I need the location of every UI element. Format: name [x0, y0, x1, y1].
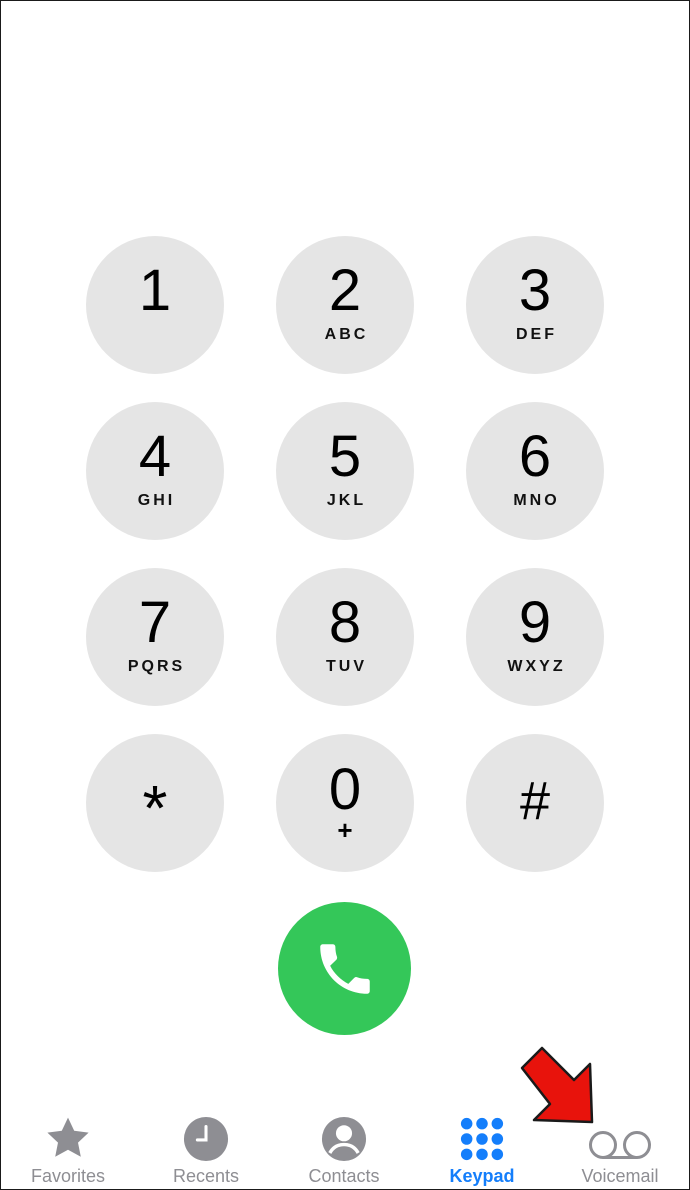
key-star[interactable]: *: [86, 734, 224, 872]
key-3[interactable]: 3 DEF: [466, 236, 604, 374]
voicemail-icon: [589, 1131, 651, 1159]
key-digit: *: [142, 772, 168, 844]
key-letters: MNO: [513, 492, 560, 509]
key-letters: GHI: [137, 492, 176, 509]
tab-contacts[interactable]: Contacts: [269, 1100, 419, 1190]
tab-recents[interactable]: Recents: [131, 1100, 281, 1190]
key-6[interactable]: 6 MNO: [466, 402, 604, 540]
tab-keypad[interactable]: Keypad: [407, 1100, 557, 1190]
key-digit: 0: [328, 757, 362, 822]
key-letters: PQRS: [127, 658, 186, 675]
key-digit: 1: [138, 258, 172, 323]
key-digit: 3: [518, 258, 552, 323]
star-icon: [47, 1117, 89, 1157]
key-digit: 8: [328, 590, 362, 655]
clock-icon: [183, 1116, 229, 1162]
key-7[interactable]: 7 PQRS: [86, 568, 224, 706]
key-hash[interactable]: #: [466, 734, 604, 872]
key-1[interactable]: 1: [86, 236, 224, 374]
key-9[interactable]: 9 WXYZ: [466, 568, 604, 706]
tab-label: Keypad: [449, 1166, 515, 1186]
key-8[interactable]: 8 TUV: [276, 568, 414, 706]
tab-bar: Favorites Recents Contacts Keypad Voicem…: [0, 1100, 690, 1190]
keypad-grid-icon: [460, 1117, 504, 1161]
key-digit: 6: [518, 424, 552, 489]
key-digit: 5: [328, 424, 362, 489]
key-0[interactable]: 0 +: [276, 734, 414, 872]
key-letters: WXYZ: [507, 658, 566, 675]
tab-label: Voicemail: [581, 1166, 659, 1186]
call-button[interactable]: [278, 902, 411, 1035]
tab-label: Recents: [172, 1166, 240, 1186]
key-digit: #: [519, 771, 551, 831]
dialer-keypad: 1 2 ABC 3 DEF 4 GHI 5 JKL 6 MNO 7 PQRS 8…: [0, 0, 690, 1190]
key-letters: JKL: [326, 492, 367, 509]
tab-favorites[interactable]: Favorites: [0, 1100, 143, 1190]
key-letters: TUV: [326, 658, 367, 675]
person-circle-icon: [321, 1116, 367, 1162]
key-digit: 9: [518, 590, 552, 655]
key-2[interactable]: 2 ABC: [276, 236, 414, 374]
tab-voicemail[interactable]: Voicemail: [545, 1100, 690, 1190]
key-4[interactable]: 4 GHI: [86, 402, 224, 540]
key-letters: +: [337, 815, 353, 845]
phone-icon: [319, 943, 370, 994]
key-letters: ABC: [324, 326, 369, 343]
key-digit: 4: [138, 424, 172, 489]
key-digit: 2: [328, 258, 362, 323]
tab-label: Favorites: [30, 1166, 106, 1186]
key-5[interactable]: 5 JKL: [276, 402, 414, 540]
key-letters: DEF: [516, 326, 557, 343]
tab-label: Contacts: [308, 1166, 380, 1186]
key-digit: 7: [138, 590, 172, 655]
